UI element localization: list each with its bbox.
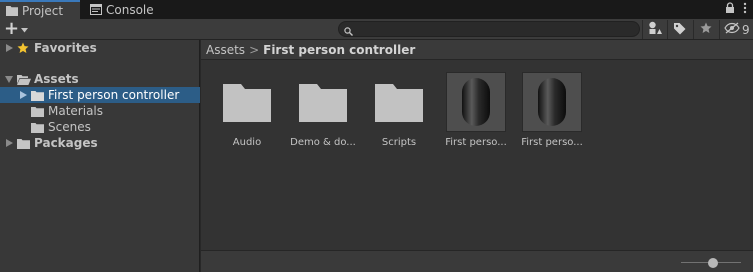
asset-label: Scripts	[381, 137, 417, 148]
icon-size-slider-thumb[interactable]	[708, 258, 718, 268]
tree-item-label: Favorites	[34, 41, 97, 55]
tree-item-assets[interactable]: Assets	[0, 71, 200, 87]
create-button[interactable]: +	[4, 20, 34, 38]
search-by-type-button[interactable]	[642, 20, 666, 39]
folder-icon	[369, 72, 429, 132]
expand-arrow-icon[interactable]	[18, 90, 28, 100]
status-bar	[201, 250, 753, 272]
tab-bar: Project Console	[0, 0, 753, 19]
eye-slash-icon	[724, 22, 740, 37]
folder-icon	[217, 72, 277, 132]
tree-item-scenes[interactable]: Scenes	[0, 119, 200, 135]
asset-item[interactable]: Demo & do...	[290, 72, 356, 156]
folder-icon	[31, 121, 45, 133]
toolbar: + 9	[0, 19, 753, 40]
tree-item-label: Materials	[48, 104, 104, 118]
more-options-icon[interactable]	[743, 2, 747, 17]
open-folder-icon	[17, 73, 31, 85]
plus-icon: +	[4, 18, 20, 39]
window-controls	[725, 2, 747, 17]
lock-icon[interactable]	[725, 2, 735, 17]
asset-label: First perso...	[521, 137, 583, 148]
expand-arrow-icon[interactable]	[4, 138, 14, 148]
breadcrumb-current[interactable]: First person controller	[263, 43, 415, 57]
star-icon	[700, 22, 712, 37]
tree-item-label: Packages	[34, 136, 98, 150]
asset-label: Demo & do...	[290, 137, 356, 148]
hidden-count-label: 9	[742, 22, 750, 37]
tab-console[interactable]: Console	[84, 0, 166, 19]
favorites-filter-button[interactable]	[693, 20, 717, 39]
tree-item-favorites[interactable]: Favorites	[0, 40, 200, 56]
tree-item-label: Assets	[34, 72, 79, 86]
folder-icon	[17, 137, 31, 149]
tree-item-label: First person controller	[48, 88, 180, 102]
tree-item-materials[interactable]: Materials	[0, 103, 200, 119]
star-icon	[17, 42, 31, 54]
asset-item[interactable]: Scripts	[367, 72, 431, 156]
folder-tree: Favorites Assets First person controller	[0, 40, 200, 272]
expand-arrow-icon[interactable]	[4, 43, 14, 53]
search-by-label-button[interactable]	[667, 20, 691, 39]
tag-icon	[673, 22, 686, 38]
tab-project-label: Project	[22, 3, 64, 18]
asset-browser: Assets > First person controller Audio D…	[201, 40, 753, 272]
breadcrumb-separator: >	[249, 42, 260, 57]
tree-item-label: Scenes	[48, 120, 91, 134]
chevron-down-icon	[21, 22, 29, 36]
breadcrumb-root[interactable]: Assets	[206, 43, 245, 57]
folder-icon	[293, 72, 353, 132]
tab-project[interactable]: Project	[0, 0, 80, 19]
console-icon	[90, 3, 102, 16]
tree-item-packages[interactable]: Packages	[0, 135, 200, 151]
hidden-packages-button[interactable]: 9	[719, 20, 753, 39]
asset-grid: Audio Demo & do... Scripts First perso..…	[201, 60, 753, 250]
capsule-model-icon	[522, 72, 582, 132]
project-window: Project Console + 9 Favorites Assets Fir…	[0, 0, 753, 272]
asset-item[interactable]: Audio	[215, 72, 279, 156]
search-icon	[344, 25, 353, 36]
asset-item[interactable]: First perso...	[520, 72, 584, 156]
asset-label: Audio	[232, 137, 262, 148]
folder-icon	[31, 89, 45, 101]
collapse-arrow-icon[interactable]	[4, 74, 14, 84]
breadcrumb: Assets > First person controller	[201, 40, 753, 60]
tree-item-first-person-controller[interactable]: First person controller	[0, 87, 200, 103]
folder-icon	[6, 5, 18, 17]
asset-label: First perso...	[445, 137, 507, 148]
search-input[interactable]	[338, 21, 640, 37]
capsule-model-icon	[446, 72, 506, 132]
tab-console-label: Console	[106, 2, 154, 17]
asset-item[interactable]: First perso...	[444, 72, 508, 156]
folder-icon	[31, 105, 45, 117]
filter-by-type-icon	[648, 21, 662, 38]
